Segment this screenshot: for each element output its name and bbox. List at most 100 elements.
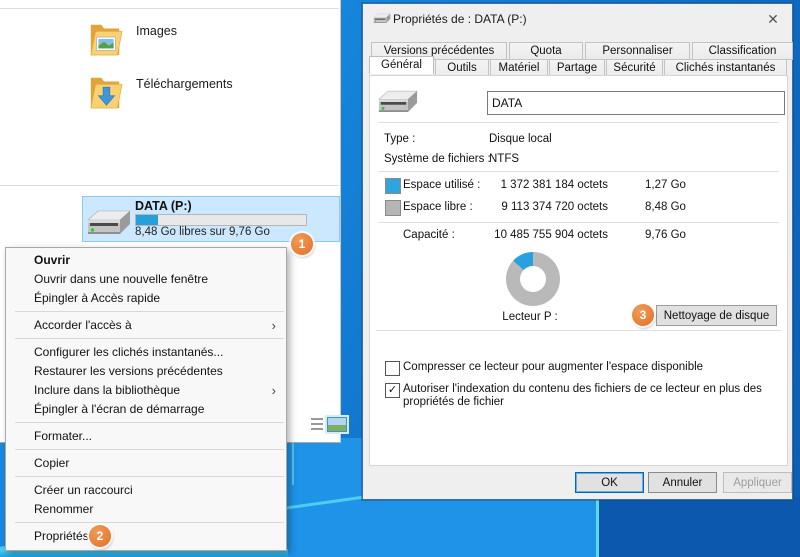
section-divider bbox=[378, 171, 779, 172]
tab-classification[interactable]: Classification bbox=[692, 42, 793, 60]
capacity-bytes: 10 485 755 904 octets bbox=[494, 229, 608, 241]
cancel-button[interactable]: Annuler bbox=[648, 472, 717, 493]
images-folder-icon bbox=[90, 24, 123, 56]
drive-icon-small bbox=[373, 13, 391, 24]
drive-icon bbox=[87, 210, 131, 235]
used-space-bytes: 1 372 381 184 octets bbox=[500, 179, 608, 191]
tab-personnaliser[interactable]: Personnaliser bbox=[585, 42, 690, 60]
section-divider bbox=[378, 122, 779, 123]
explorer-header-divider bbox=[0, 8, 339, 9]
used-space-swatch bbox=[385, 178, 401, 194]
index-checkbox[interactable]: ✓ bbox=[385, 383, 400, 398]
folder-label: Téléchargements bbox=[136, 77, 233, 91]
menu-item-copier[interactable]: Copier bbox=[6, 454, 286, 473]
folder-item-telechargements[interactable]: Téléchargements bbox=[88, 71, 233, 111]
type-value: Disque local bbox=[489, 133, 552, 145]
menu-item-label: Configurer les clichés instantanés... bbox=[34, 345, 224, 359]
desktop-logo-edge-short bbox=[292, 443, 294, 485]
menu-item-ouvrir-nouvelle-fenetre[interactable]: Ouvrir dans une nouvelle fenêtre bbox=[6, 270, 286, 289]
free-space-size: 8,48 Go bbox=[645, 201, 686, 213]
context-menu: Ouvrir Ouvrir dans une nouvelle fenêtre … bbox=[5, 247, 287, 551]
details-view-icon[interactable] bbox=[311, 418, 323, 431]
dialog-titlebar[interactable]: Propriétés de : DATA (P:) ✕ bbox=[363, 4, 792, 34]
submenu-arrow-icon: › bbox=[271, 318, 276, 333]
menu-item-label: Copier bbox=[34, 456, 70, 470]
compress-checkbox-label: Compresser ce lecteur pour augmenter l'e… bbox=[403, 361, 704, 373]
free-space-bytes: 9 113 374 720 octets bbox=[501, 201, 608, 213]
menu-separator bbox=[15, 476, 284, 477]
disk-cleanup-button[interactable]: Nettoyage de disque bbox=[656, 305, 777, 326]
menu-item-formater[interactable]: Formater... bbox=[6, 427, 286, 446]
menu-item-creer-raccourci[interactable]: Créer un raccourci bbox=[6, 481, 286, 500]
desktop-logo-edge-vertical bbox=[596, 497, 599, 557]
type-label: Type : bbox=[384, 133, 416, 145]
menu-item-label: Inclure dans la bibliothèque bbox=[34, 383, 181, 397]
index-checkbox-label: Autoriser l'indexation du contenu des fi… bbox=[403, 383, 762, 408]
menu-item-proprietes[interactable]: Propriétés bbox=[6, 527, 286, 546]
menu-separator bbox=[15, 422, 284, 423]
menu-item-label: Propriétés bbox=[34, 529, 89, 543]
menu-item-label: Formater... bbox=[34, 429, 93, 443]
properties-dialog: Propriétés de : DATA (P:) ✕ Versions pré… bbox=[362, 3, 793, 500]
menu-item-configurer-cliches[interactable]: Configurer les clichés instantanés... bbox=[6, 343, 286, 362]
menu-item-label: Restaurer les versions précédentes bbox=[34, 364, 223, 378]
explorer-group-divider bbox=[0, 185, 339, 186]
filesystem-value: NTFS bbox=[489, 153, 520, 165]
menu-item-label: Ouvrir dans une nouvelle fenêtre bbox=[34, 272, 209, 286]
free-space-label: Espace libre : bbox=[403, 201, 473, 213]
close-icon[interactable]: ✕ bbox=[762, 9, 784, 29]
drive-icon bbox=[378, 90, 418, 113]
disk-usage-donut bbox=[506, 252, 560, 306]
annotation-badge-2: 2 bbox=[89, 525, 111, 547]
menu-item-label: Renommer bbox=[34, 502, 94, 516]
menu-separator bbox=[15, 338, 284, 339]
section-divider bbox=[378, 222, 779, 223]
menu-item-label: Créer un raccourci bbox=[34, 483, 133, 497]
menu-item-label: Épingler à Accès rapide bbox=[34, 291, 161, 305]
view-mode-toggles bbox=[311, 415, 349, 434]
menu-item-restaurer-versions[interactable]: Restaurer les versions précédentes bbox=[6, 362, 286, 381]
menu-item-epingler-acces-rapide[interactable]: Épingler à Accès rapide bbox=[6, 289, 286, 308]
capacity-label: Capacité : bbox=[403, 229, 455, 241]
tab-general[interactable]: Général bbox=[369, 56, 434, 74]
menu-item-renommer[interactable]: Renommer bbox=[6, 500, 286, 519]
menu-item-inclure-bibliotheque[interactable]: Inclure dans la bibliothèque › bbox=[6, 381, 286, 400]
compress-checkbox[interactable] bbox=[385, 361, 400, 376]
section-divider bbox=[376, 330, 781, 331]
used-space-size: 1,27 Go bbox=[645, 179, 686, 191]
windows-desktop: Images Téléchargements DATA (P:) 8,48 Go… bbox=[0, 0, 800, 557]
free-space-bar bbox=[135, 214, 307, 226]
drive-name: DATA (P:) bbox=[135, 199, 192, 213]
menu-item-epingler-demarrage[interactable]: Épingler à l'écran de démarrage bbox=[6, 400, 286, 419]
used-space-fill bbox=[136, 215, 159, 225]
tab-page-general: Type : Disque local Système de fichiers … bbox=[369, 75, 788, 466]
menu-separator bbox=[15, 449, 284, 450]
tab-row-back: Versions précédentes Quota Personnaliser… bbox=[371, 42, 793, 60]
thumbnails-view-icon[interactable] bbox=[325, 415, 349, 434]
menu-item-label: Accorder l'accès à bbox=[34, 318, 132, 332]
drive-letter-label: Lecteur P : bbox=[502, 311, 558, 323]
menu-item-accorder-acces[interactable]: Accorder l'accès à › bbox=[6, 316, 286, 335]
capacity-size: 9,76 Go bbox=[645, 229, 686, 241]
menu-item-label: Épingler à l'écran de démarrage bbox=[34, 402, 205, 416]
menu-item-ouvrir[interactable]: Ouvrir bbox=[6, 251, 286, 270]
desktop-wallpaper-dark-pane bbox=[598, 497, 800, 557]
annotation-badge-1: 1 bbox=[291, 233, 313, 255]
ok-button[interactable]: OK bbox=[575, 472, 644, 493]
folder-item-images[interactable]: Images bbox=[88, 18, 177, 58]
menu-separator bbox=[15, 522, 284, 523]
drive-name-input[interactable] bbox=[487, 91, 785, 115]
downloads-folder-icon bbox=[90, 77, 123, 109]
submenu-arrow-icon: › bbox=[271, 383, 276, 398]
free-space-swatch bbox=[385, 200, 401, 216]
folder-label: Images bbox=[136, 24, 177, 38]
filesystem-label: Système de fichiers : bbox=[384, 153, 491, 165]
annotation-badge-3: 3 bbox=[632, 304, 654, 326]
menu-item-label: Ouvrir bbox=[34, 253, 71, 267]
dialog-title: Propriétés de : DATA (P:) bbox=[393, 12, 527, 26]
drive-free-text: 8,48 Go libres sur 9,76 Go bbox=[135, 226, 270, 238]
menu-separator bbox=[15, 311, 284, 312]
used-space-label: Espace utilisé : bbox=[403, 179, 481, 191]
apply-button: Appliquer bbox=[723, 472, 792, 493]
tab-quota[interactable]: Quota bbox=[509, 42, 583, 60]
